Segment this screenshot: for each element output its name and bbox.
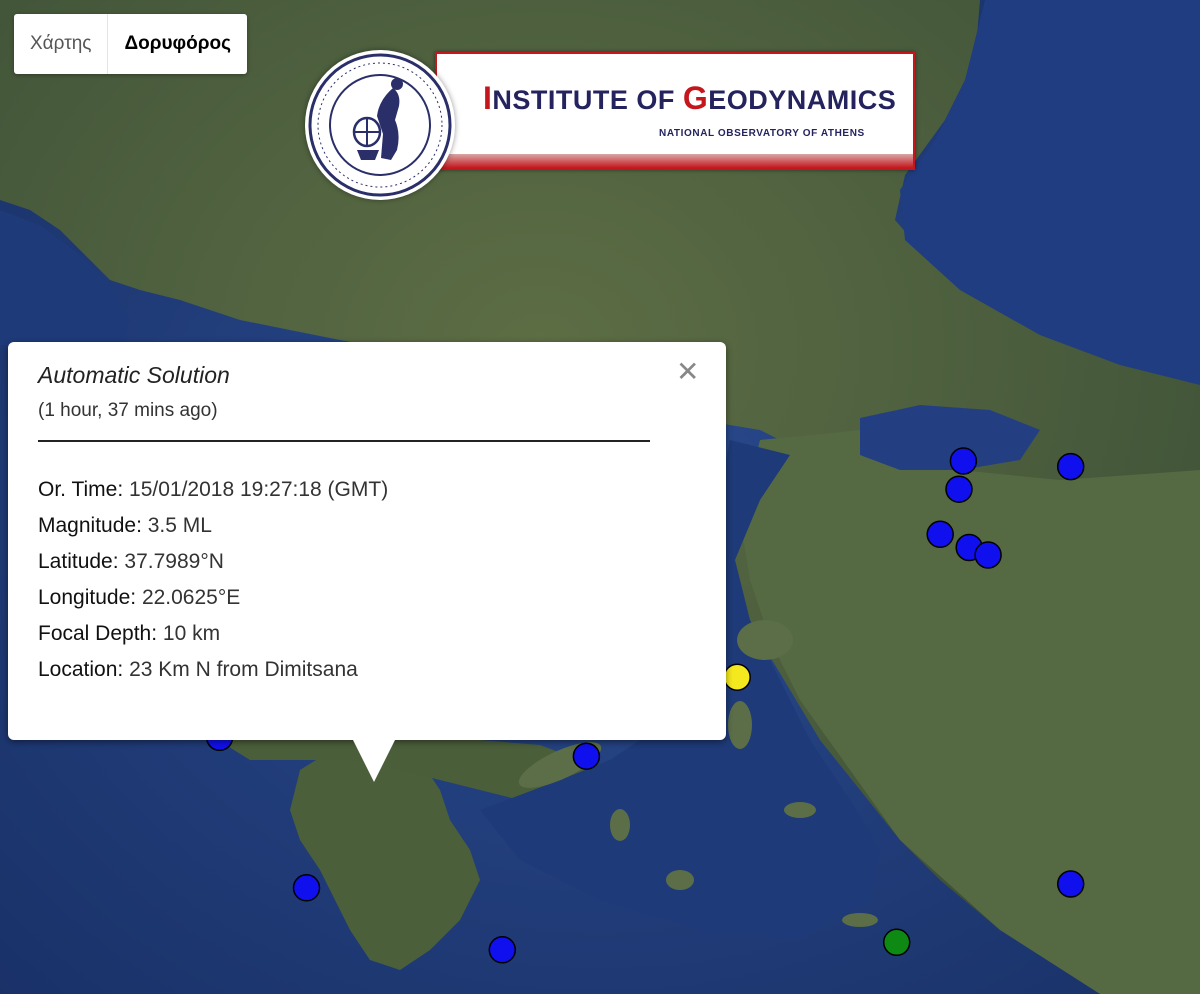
satellite-view-button[interactable]: Δορυφόρος [107, 14, 247, 74]
observatory-seal-icon [305, 50, 455, 200]
info-window-pointer [352, 738, 396, 782]
longitude-row: Longitude: 22.0625°E [38, 586, 388, 622]
magnitude-label: Magnitude: [38, 514, 142, 537]
focal-depth-value: 10 km [162, 622, 221, 645]
latitude-label: Latitude: [38, 550, 119, 573]
close-icon[interactable]: ✕ [676, 358, 699, 386]
longitude-value: 22.0625°E [141, 586, 241, 609]
earthquake-marker-blue[interactable] [1056, 870, 1085, 898]
logo-title: INSTITUTE OF GEODYNAMICS [483, 80, 897, 116]
earthquake-marker-blue[interactable] [974, 541, 1002, 569]
origin-time-label: Or. Time: [38, 478, 124, 501]
event-details: Or. Time: 15/01/2018 19:27:18 (GMT) Magn… [38, 478, 388, 694]
focal-depth-label: Focal Depth: [38, 622, 158, 645]
solution-heading: Automatic Solution [38, 362, 230, 388]
earthquake-marker-green[interactable] [882, 928, 911, 957]
focal-depth-row: Focal Depth: 10 km [38, 622, 388, 658]
origin-time-row: Or. Time: 15/01/2018 19:27:18 (GMT) [38, 478, 388, 514]
longitude-label: Longitude: [38, 586, 137, 609]
map-view-button[interactable]: Χάρτης [14, 14, 107, 74]
magnitude-value: 3.5 ML [147, 514, 212, 537]
earthquake-marker-blue[interactable] [572, 742, 601, 770]
chios-island [728, 701, 752, 749]
earthquake-marker-blue[interactable] [1056, 452, 1085, 481]
latitude-value: 37.7989°N [124, 550, 224, 573]
lesbos-island [737, 620, 793, 660]
magnitude-row: Magnitude: 3.5 ML [38, 514, 388, 550]
latitude-row: Latitude: 37.7989°N [38, 550, 388, 586]
institute-logo: INSTITUTE OF GEODYNAMICS NATIONAL OBSERV… [305, 50, 915, 200]
kos-island [842, 913, 878, 927]
location-row: Location: 23 Km N from Dimitsana [38, 658, 388, 694]
location-label: Location: [38, 658, 124, 681]
origin-time-value: 15/01/2018 19:27:18 (GMT) [129, 478, 389, 501]
logo-stripe [437, 154, 913, 168]
earthquake-info-window: ✕ Automatic Solution (1 hour, 37 mins ag… [8, 342, 726, 782]
earthquake-marker-blue[interactable] [488, 936, 517, 964]
earthquake-marker-blue[interactable] [945, 475, 973, 503]
andros-island [610, 809, 630, 841]
logo-subtitle: NATIONAL OBSERVATORY OF ATHENS [659, 128, 865, 139]
samos-island [784, 802, 816, 818]
location-value: 23 Km N from Dimitsana [129, 658, 358, 681]
logo-banner: INSTITUTE OF GEODYNAMICS NATIONAL OBSERV… [435, 52, 915, 170]
earthquake-marker-blue[interactable] [949, 447, 978, 475]
naxos-island [666, 870, 694, 890]
earthquake-marker-yellow[interactable] [723, 663, 751, 691]
map-type-control: Χάρτης Δορυφόρος [14, 14, 247, 74]
earthquake-marker-blue[interactable] [292, 874, 321, 902]
divider [38, 440, 650, 442]
time-ago: (1 hour, 37 mins ago) [38, 400, 218, 421]
earthquake-marker-blue[interactable] [926, 520, 954, 549]
